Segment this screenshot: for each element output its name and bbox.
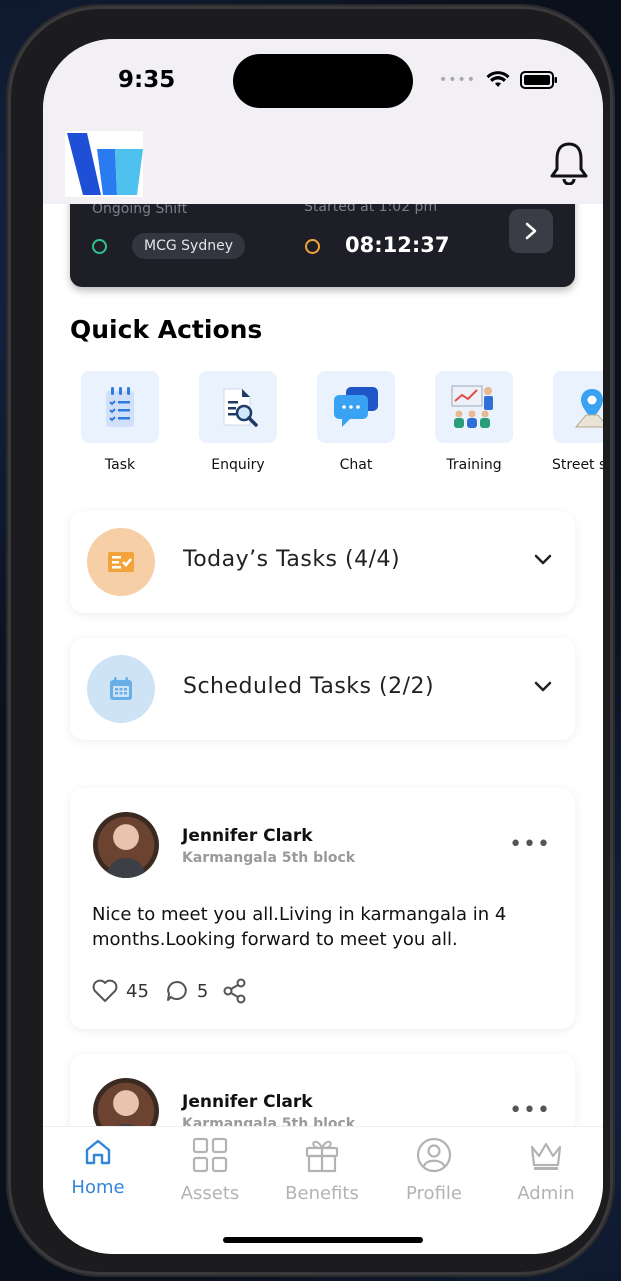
notifications-button[interactable] [549,141,589,189]
quick-action-chat[interactable]: Chat [308,371,404,473]
post-author-name[interactable]: Jennifer Clark [182,1092,313,1112]
nav-admin[interactable]: Admin [496,1137,596,1204]
quick-action-training[interactable]: Training [426,371,522,473]
chevron-down-icon[interactable] [533,680,553,694]
status-time: 9:35 [118,67,176,93]
more-options-button[interactable]: ••• [509,832,551,857]
dynamic-island [233,54,413,108]
app-logo [65,131,143,197]
quick-action-enquiry[interactable]: Enquiry [190,371,286,473]
task-checklist-icon [108,552,134,572]
calendar-icon [110,677,132,700]
signal-icon: •••• [438,72,476,88]
phone-frame: 9:35 •••• Ongoing Shift Started at 1:02 … [8,6,613,1275]
status-icons: •••• [439,71,558,89]
quick-action-label: Task [104,457,136,473]
share-icon[interactable] [222,978,248,1004]
app-header [43,129,603,204]
chat-bubbles-icon [334,387,378,427]
quick-action-task[interactable]: Task [72,371,168,473]
quick-action-tile [317,371,395,443]
nav-assets[interactable]: Assets [160,1137,260,1204]
quick-action-tile [435,371,513,443]
nav-label: Profile [406,1183,462,1204]
quick-action-tile [553,371,603,443]
quick-action-tile [81,371,159,443]
quick-action-street[interactable]: Street s [544,371,603,473]
nav-label: Home [71,1177,125,1198]
bell-icon [550,142,588,186]
post-author-location: Karmangala 5th block [182,850,356,866]
todays-tasks-card[interactable]: Today’s Tasks (4/4) [70,511,575,613]
document-search-icon [223,388,258,427]
nav-label: Assets [180,1183,240,1204]
shift-timer: 08:12:37 [345,233,450,257]
grid-icon [192,1137,228,1173]
home-icon [85,1139,111,1165]
comments-count: 5 [196,980,209,1002]
wifi-icon [486,71,510,87]
battery-icon [520,71,557,89]
scheduled-tasks-title: Scheduled Tasks (2/2) [183,674,435,699]
quick-action-tile [199,371,277,443]
timer-dot-icon [305,239,320,254]
post-author-name[interactable]: Jennifer Clark [182,826,313,846]
chevron-right-icon [525,222,537,240]
presentation-icon [451,385,493,428]
post-reactions: 45 5 [92,978,248,1004]
more-options-button[interactable]: ••• [509,1098,551,1123]
bottom-navigation: Home Assets Benefits Profile Admin [43,1126,603,1254]
quick-action-label: Chat [339,457,373,473]
task-icon-circle [87,528,155,596]
task-icon-circle [87,655,155,723]
logo-mark-icon [67,133,143,195]
likes-count: 45 [126,980,149,1002]
avatar[interactable] [93,812,159,878]
crown-icon [530,1142,562,1170]
post-text: Nice to meet you all.Living in karmangal… [92,904,507,950]
user-circle-icon [416,1137,452,1173]
app-screen: 9:35 •••• Ongoing Shift Started at 1:02 … [43,39,603,1254]
status-bar: 9:35 •••• [43,39,603,129]
nav-label: Benefits [285,1183,359,1204]
nav-label: Admin [517,1183,575,1204]
nav-profile[interactable]: Profile [384,1137,484,1204]
gift-icon [305,1140,339,1173]
heart-icon[interactable] [92,979,118,1003]
quick-action-label: Enquiry [211,457,265,473]
status-dot-icon [92,239,107,254]
quick-actions-title: Quick Actions [70,315,263,344]
todays-tasks-title: Today’s Tasks (4/4) [183,547,401,572]
scheduled-tasks-card[interactable]: Scheduled Tasks (2/2) [70,638,575,740]
nav-benefits[interactable]: Benefits [272,1137,372,1204]
post-card: Jennifer Clark Karmangala 5th block ••• … [70,788,575,1029]
chevron-down-icon[interactable] [533,553,553,567]
comment-icon[interactable] [165,979,189,1003]
home-indicator [223,1237,423,1243]
quick-action-label: Street s [552,457,603,473]
quick-action-label: Training [446,457,502,473]
nav-home[interactable]: Home [48,1137,148,1198]
map-pin-icon [574,389,603,428]
checklist-icon [106,387,134,427]
shift-location-pill: MCG Sydney [132,233,245,259]
shift-details-button[interactable] [509,209,553,253]
